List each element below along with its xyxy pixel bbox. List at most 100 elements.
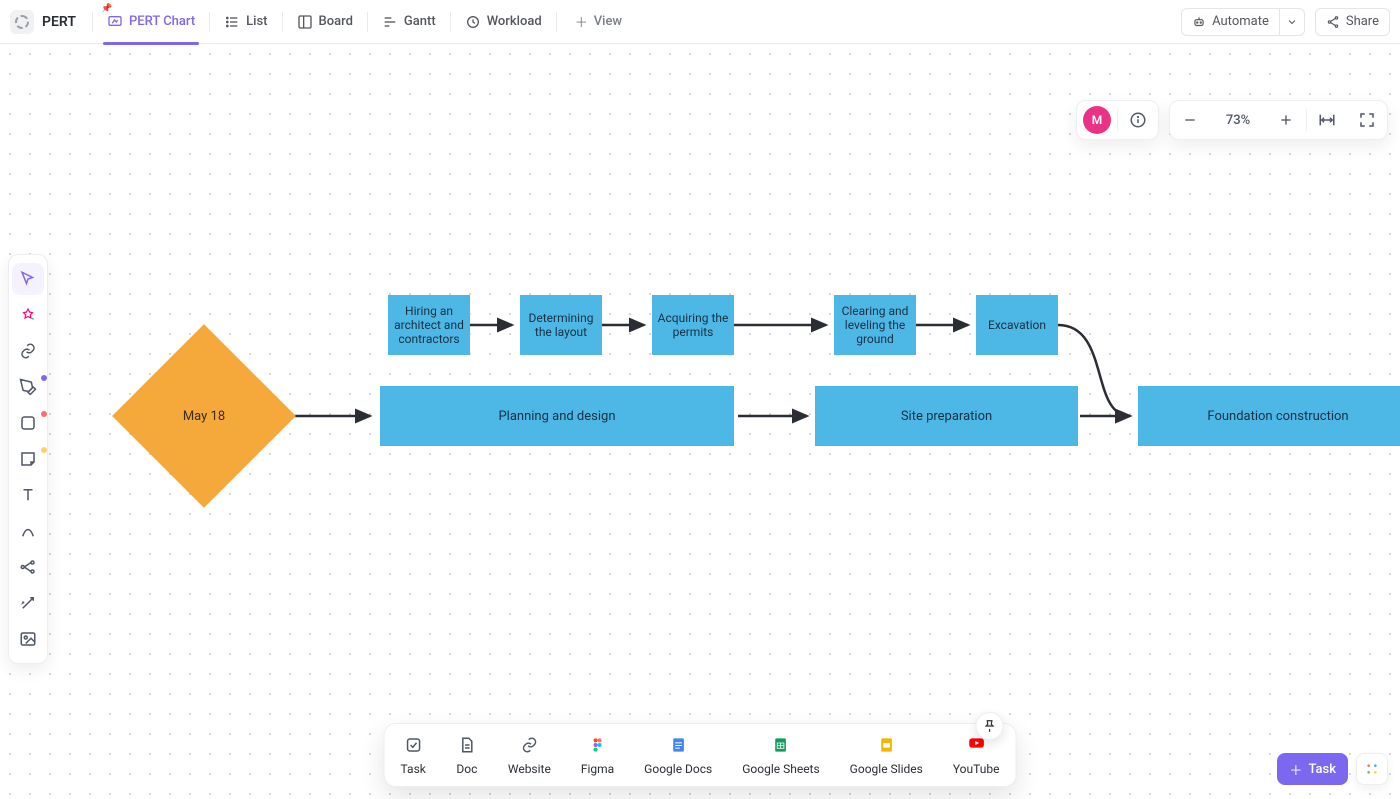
task-label: Hiring an architect and contractors xyxy=(392,304,466,346)
dock-label: Website xyxy=(508,762,551,776)
automate-button[interactable]: Automate xyxy=(1181,8,1279,36)
task-node[interactable]: Hiring an architect and contractors xyxy=(388,295,470,355)
tab-label: Board xyxy=(319,14,353,29)
tab-board[interactable]: Board xyxy=(285,0,365,44)
tool-text[interactable] xyxy=(12,479,44,511)
divider xyxy=(209,12,210,32)
dock-google-docs[interactable]: Google Docs xyxy=(644,734,712,776)
dock-label: Google Docs xyxy=(644,762,712,776)
tab-workload[interactable]: Workload xyxy=(453,0,554,44)
new-task-label: Task xyxy=(1308,762,1336,777)
left-toolbar xyxy=(8,254,48,664)
add-view-button[interactable]: ＋ View xyxy=(565,12,632,31)
dock-label: Figma xyxy=(581,762,614,776)
tool-pointer[interactable] xyxy=(12,263,44,295)
tool-sticky-note[interactable] xyxy=(12,443,44,475)
doc-icon xyxy=(456,734,478,756)
fit-width-button[interactable] xyxy=(1307,100,1347,140)
tab-pert-chart[interactable]: 📌 PERT Chart xyxy=(95,0,207,44)
start-node-label: May 18 xyxy=(114,326,294,506)
task-node[interactable]: Clearing and leveling the ground xyxy=(834,295,916,355)
phase-node[interactable]: Planning and design xyxy=(380,386,734,446)
plus-icon: ＋ xyxy=(575,12,588,31)
avatar[interactable]: M xyxy=(1083,106,1111,134)
phase-label: Planning and design xyxy=(498,409,615,424)
task-node[interactable]: Acquiring the permits xyxy=(652,295,734,355)
plus-icon: ＋ xyxy=(1289,760,1302,779)
tool-magic[interactable] xyxy=(12,587,44,619)
apps-grid-button[interactable] xyxy=(1356,753,1388,785)
share-icon xyxy=(1326,15,1340,29)
workload-icon xyxy=(465,14,481,30)
add-view-label: View xyxy=(594,14,622,29)
dock-label: Google Slides xyxy=(850,762,923,776)
tab-label: Gantt xyxy=(404,14,436,29)
tool-pen[interactable] xyxy=(12,371,44,403)
phase-node[interactable]: Foundation construction xyxy=(1138,386,1400,446)
task-icon xyxy=(402,734,424,756)
presence-group: M xyxy=(1076,100,1159,140)
fullscreen-button[interactable] xyxy=(1347,100,1387,140)
tab-list[interactable]: List xyxy=(212,0,279,44)
divider xyxy=(92,12,93,32)
task-label: Excavation xyxy=(988,318,1046,332)
link-icon xyxy=(518,734,540,756)
divider xyxy=(367,12,368,32)
dock-label: Google Sheets xyxy=(742,762,819,776)
canvas[interactable]: May 18 Hiring an architect and contracto… xyxy=(0,44,1400,799)
attachment-dock: Task Doc Website Figma Google Docs Googl… xyxy=(384,723,1017,787)
divider xyxy=(282,12,283,32)
zoom-out-button[interactable] xyxy=(1170,100,1210,140)
list-icon xyxy=(224,14,240,30)
robot-icon xyxy=(1192,15,1206,29)
task-node[interactable]: Determining the layout xyxy=(520,295,602,355)
phase-label: Site preparation xyxy=(901,409,992,424)
dock-doc[interactable]: Doc xyxy=(456,734,478,776)
tool-mindmap[interactable] xyxy=(12,551,44,583)
task-node[interactable]: Excavation xyxy=(976,295,1058,355)
zoom-in-button[interactable] xyxy=(1266,100,1306,140)
project-status-icon[interactable] xyxy=(10,10,34,34)
tab-label: PERT Chart xyxy=(129,14,195,29)
tool-ai[interactable] xyxy=(12,299,44,331)
project-title[interactable]: PERT xyxy=(42,14,76,30)
share-label: Share xyxy=(1346,14,1379,29)
tool-image[interactable] xyxy=(12,623,44,655)
automate-dropdown[interactable] xyxy=(1279,8,1305,36)
divider xyxy=(556,12,557,32)
zoom-percent[interactable]: 73% xyxy=(1210,113,1266,128)
color-indicator xyxy=(41,411,47,417)
tool-link[interactable] xyxy=(12,335,44,367)
tool-shape[interactable] xyxy=(12,407,44,439)
tool-connector[interactable] xyxy=(12,515,44,547)
gsheets-icon xyxy=(770,734,792,756)
dock-website[interactable]: Website xyxy=(508,734,551,776)
pin-dock-button[interactable] xyxy=(975,712,1003,740)
whiteboard-icon xyxy=(107,14,123,30)
figma-icon xyxy=(587,734,609,756)
divider xyxy=(450,12,451,32)
info-button[interactable] xyxy=(1118,100,1158,140)
new-task-area: ＋ Task xyxy=(1277,753,1388,785)
dock-label: Doc xyxy=(456,762,477,776)
dock-task[interactable]: Task xyxy=(401,734,426,776)
phase-node[interactable]: Site preparation xyxy=(815,386,1078,446)
automate-label: Automate xyxy=(1212,14,1269,29)
canvas-top-right-controls: M 73% xyxy=(1076,100,1388,140)
task-label: Determining the layout xyxy=(524,311,598,339)
dock-google-slides[interactable]: Google Slides xyxy=(850,734,923,776)
tab-gantt[interactable]: Gantt xyxy=(370,0,448,44)
task-label: Clearing and leveling the ground xyxy=(838,304,912,346)
dock-youtube[interactable]: YouTube xyxy=(953,734,1000,776)
dock-label: Task xyxy=(401,762,426,776)
pin-icon: 📌 xyxy=(101,4,112,14)
color-indicator xyxy=(41,447,47,453)
dock-figma[interactable]: Figma xyxy=(581,734,614,776)
header-bar: PERT 📌 PERT Chart List Board xyxy=(0,0,1400,44)
dock-google-sheets[interactable]: Google Sheets xyxy=(742,734,819,776)
board-icon xyxy=(297,14,313,30)
new-task-button[interactable]: ＋ Task xyxy=(1277,753,1348,785)
gdocs-icon xyxy=(667,734,689,756)
share-button[interactable]: Share xyxy=(1315,8,1390,36)
header-left: PERT 📌 PERT Chart List Board xyxy=(10,0,632,44)
